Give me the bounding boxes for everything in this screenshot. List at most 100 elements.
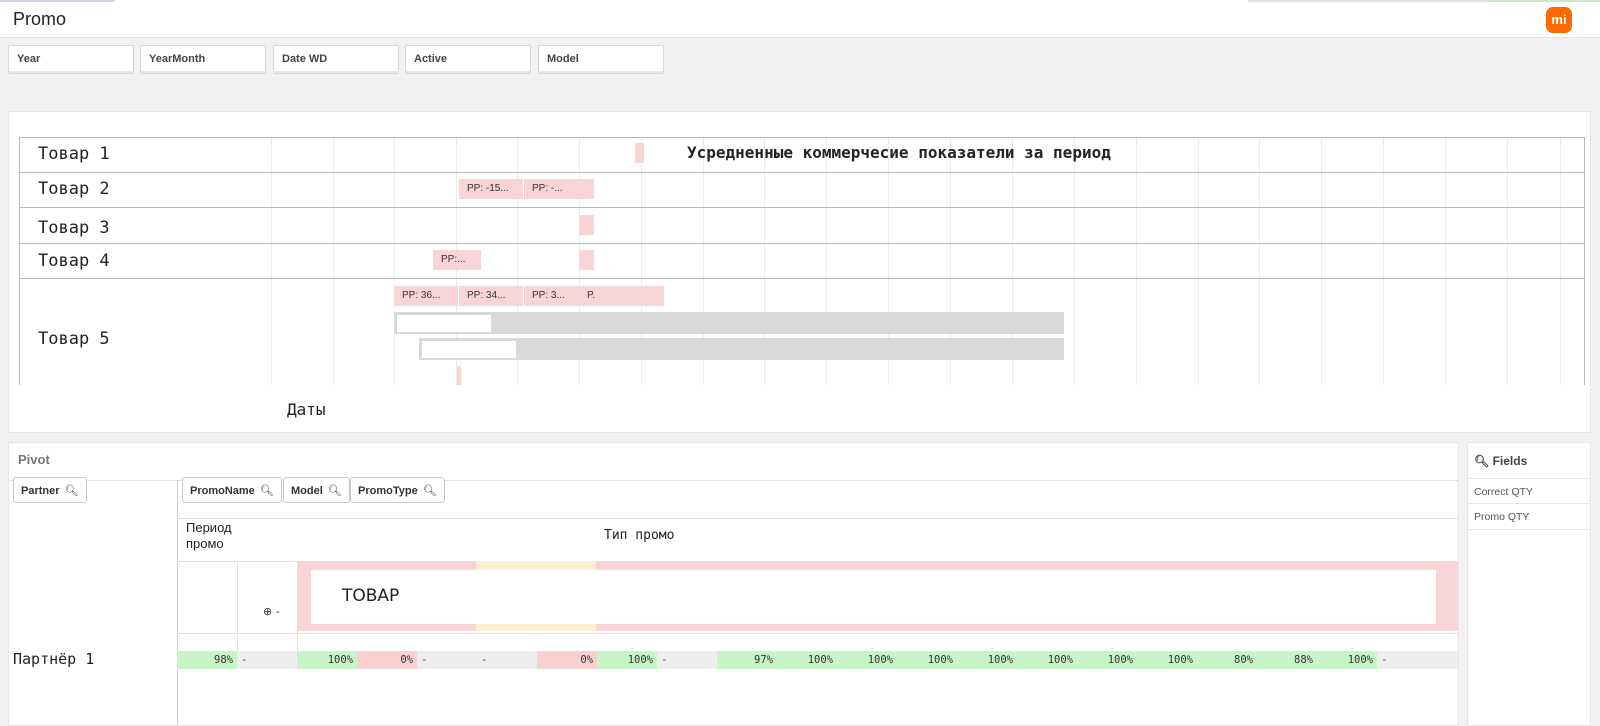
app-title: Promo xyxy=(13,9,67,29)
x-axis-label: Даты xyxy=(287,400,326,419)
gantt-row-label: Товар 4 xyxy=(38,251,110,271)
gantt-chart[interactable]: Товар 1 Товар 2 Товар 3 Товар 4 Товар 5 … xyxy=(19,137,1585,385)
promo-bar[interactable] xyxy=(579,215,594,235)
grid-line xyxy=(1074,137,1075,385)
table-cell: 0% xyxy=(537,651,597,669)
period-bar[interactable] xyxy=(394,312,1064,334)
table-cell: 100% xyxy=(1077,651,1137,669)
gantt-panel: Товар 1 Товар 2 Товар 3 Товар 4 Товар 5 … xyxy=(8,111,1591,433)
row-separator xyxy=(19,172,1585,173)
table-cell: 0% xyxy=(357,651,417,669)
promo-bar[interactable]: PP:... xyxy=(433,250,481,270)
table-cell: 100% xyxy=(1137,651,1197,669)
grid-line xyxy=(1560,137,1561,385)
table-cell: 100% xyxy=(957,651,1017,669)
grid-line xyxy=(1259,137,1260,385)
search-icon[interactable]: 🔍︎ xyxy=(328,484,342,497)
filter-yearmonth[interactable]: YearMonth xyxy=(140,45,266,74)
table-cell: - xyxy=(241,654,248,666)
row-separator xyxy=(19,137,1585,138)
search-icon[interactable]: 🔍︎ xyxy=(1474,454,1489,468)
table-cell: 100% xyxy=(777,651,837,669)
filter-model[interactable]: Model xyxy=(538,45,664,74)
promo-bar[interactable]: P. xyxy=(579,286,664,306)
grid-line xyxy=(1198,137,1199,385)
field-item[interactable]: Promo QTY xyxy=(1468,504,1590,530)
grid-line xyxy=(1507,137,1508,385)
grid-line xyxy=(1584,137,1585,385)
divider xyxy=(237,561,238,651)
pivot-title: Pivot xyxy=(18,452,50,467)
app-header: Promo mi xyxy=(0,0,1600,38)
chip-label: Partner xyxy=(21,485,60,497)
promo-bar[interactable] xyxy=(457,366,461,385)
fields-title: 🔍︎ Fields xyxy=(1474,454,1527,468)
grid-line xyxy=(1136,137,1137,385)
grid-line xyxy=(271,137,272,385)
pivot-panel: Pivot Partner 🔍︎ PromoName 🔍︎ Model 🔍︎ Prom… xyxy=(8,442,1459,726)
search-icon[interactable]: 🔍︎ xyxy=(260,484,274,497)
grid-line xyxy=(1383,137,1384,385)
table-cell: - xyxy=(481,654,488,666)
field-item[interactable]: Correct QTY xyxy=(1468,478,1590,504)
dimension-chip-partner[interactable]: Partner 🔍︎ xyxy=(13,477,87,503)
table-cell: 100% xyxy=(1317,651,1377,669)
chip-label: PromoType xyxy=(358,485,418,497)
fields-panel: 🔍︎ Fields Correct QTY Promo QTY xyxy=(1467,442,1591,726)
top-accent-strip xyxy=(1488,0,1600,2)
grid-line xyxy=(19,137,20,385)
table-cell: 100% xyxy=(837,651,897,669)
gantt-row-label: Товар 5 xyxy=(38,329,110,349)
type-header: Тип промо xyxy=(604,528,675,543)
grid-line xyxy=(333,137,334,385)
table-cell: 100% xyxy=(1017,651,1077,669)
promo-bar[interactable]: PP: -15... xyxy=(459,179,523,199)
row-separator xyxy=(19,207,1585,208)
gantt-row-label: Товар 2 xyxy=(38,179,110,199)
dimension-chip-promoname[interactable]: PromoName 🔍︎ xyxy=(182,477,282,503)
promo-bar[interactable]: PP: 3... xyxy=(524,286,579,306)
fields-title-label: Fields xyxy=(1492,454,1528,468)
grid-line xyxy=(1321,137,1322,385)
divider xyxy=(177,518,1458,519)
table-cell: 88% xyxy=(1257,651,1317,669)
promo-bar[interactable]: PP: 36... xyxy=(394,286,458,306)
table-cell: - xyxy=(661,654,668,666)
table-cell: 98% xyxy=(177,651,237,669)
promo-bar[interactable] xyxy=(635,143,644,163)
row-separator xyxy=(19,243,1585,244)
filter-year[interactable]: Year xyxy=(8,45,134,74)
period-header: Период промо xyxy=(186,520,232,551)
table-cell: 97% xyxy=(717,651,777,669)
table-cell: - xyxy=(1381,654,1388,666)
chip-label: PromoName xyxy=(190,485,255,497)
table-cell: - xyxy=(421,654,428,666)
promo-bar[interactable]: PP: 34... xyxy=(459,286,523,306)
table-cell: 100% xyxy=(897,651,957,669)
search-icon[interactable]: 🔍︎ xyxy=(423,484,437,497)
top-accent-strip xyxy=(1248,0,1488,2)
xiaomi-logo-icon[interactable]: mi xyxy=(1546,7,1572,33)
chip-label: Model xyxy=(291,485,323,497)
promo-bar[interactable]: PP: -... xyxy=(524,179,594,199)
grid-line xyxy=(1445,137,1446,385)
plus-circle-icon[interactable]: ⊕ xyxy=(263,605,272,618)
filter-date-wd[interactable]: Date WD xyxy=(273,45,399,74)
search-icon[interactable]: 🔍︎ xyxy=(65,484,79,497)
gantt-row-label: Товар 1 xyxy=(38,144,110,164)
filter-active[interactable]: Active xyxy=(405,45,531,74)
dimension-chip-model[interactable]: Model 🔍︎ xyxy=(283,477,350,503)
expand-label: - xyxy=(275,605,280,618)
table-cell: 100% xyxy=(297,651,357,669)
gantt-title: Усредненные коммерчесие показатели за пе… xyxy=(687,143,1111,162)
table-row: 98% - 100% 0% - - 0% 100% - 97% 100% 100… xyxy=(177,651,1458,669)
table-cell: 100% xyxy=(597,651,657,669)
divider xyxy=(177,633,1458,634)
partner-row-label[interactable]: Партнёр 1 xyxy=(13,650,94,668)
group-header-box xyxy=(311,570,1436,624)
period-bar[interactable] xyxy=(419,338,1064,360)
table-cell: 80% xyxy=(1197,651,1257,669)
promo-bar[interactable] xyxy=(579,250,594,270)
dimension-chip-promotype[interactable]: PromoType 🔍︎ xyxy=(350,477,445,503)
expand-toggle[interactable]: ⊕ - xyxy=(263,605,280,618)
